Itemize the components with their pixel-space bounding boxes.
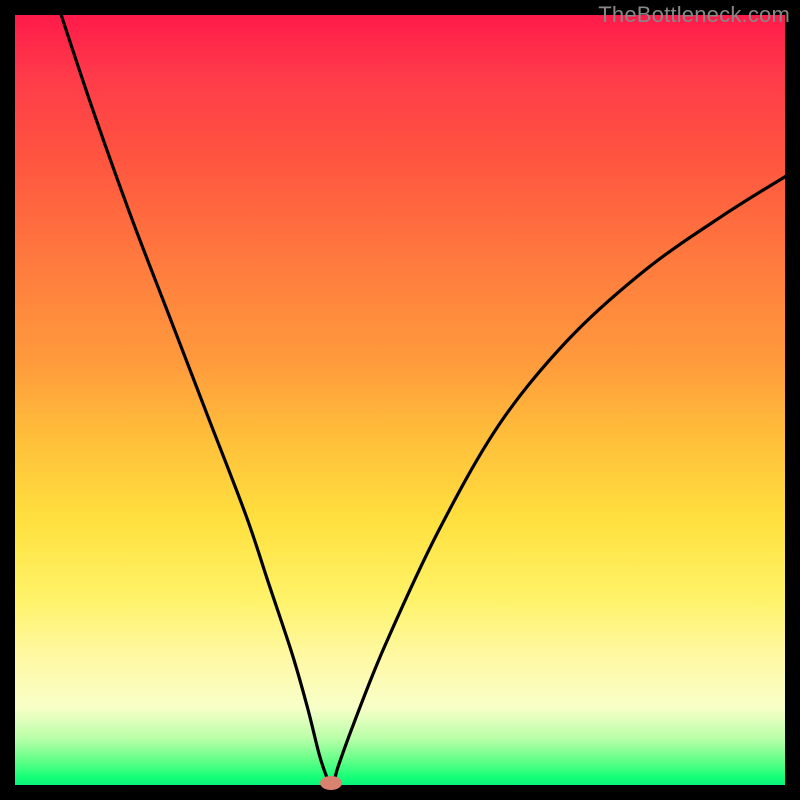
chart-container: TheBottleneck.com (0, 0, 800, 800)
optimal-point-marker (320, 776, 342, 790)
plot-area (15, 15, 785, 785)
bottleneck-curve (15, 15, 785, 785)
watermark-text: TheBottleneck.com (598, 2, 790, 28)
